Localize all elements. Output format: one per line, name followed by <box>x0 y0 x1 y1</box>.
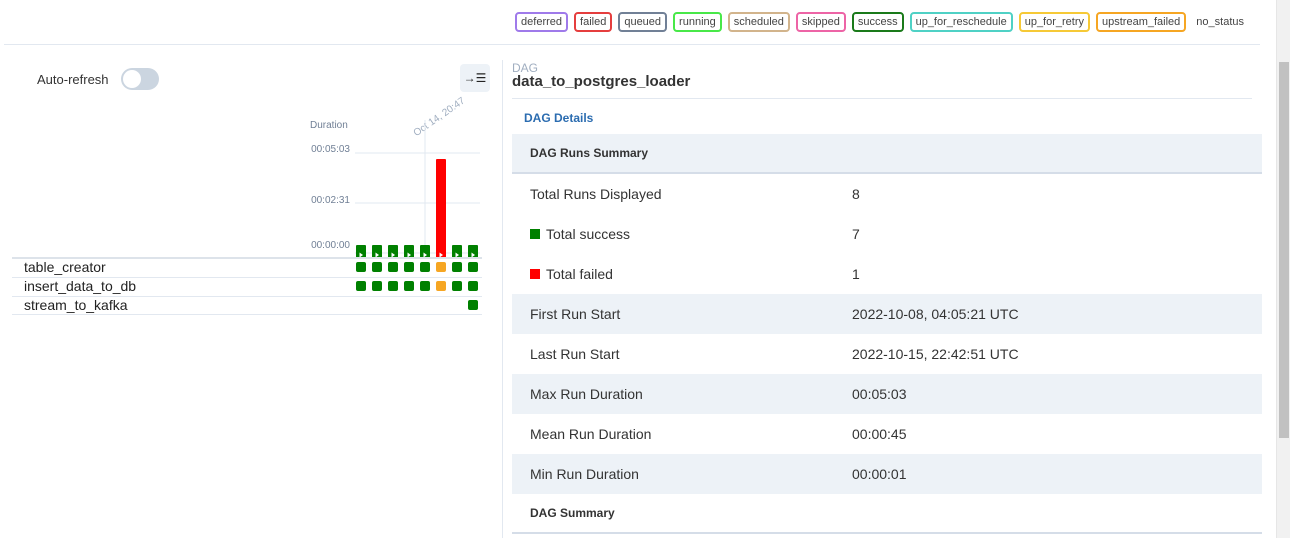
state-marker-icon <box>530 269 540 279</box>
summary-key: Mean Run Duration <box>512 426 852 442</box>
summary-key: First Run Start <box>512 306 852 322</box>
task-instance-cell[interactable] <box>388 281 398 291</box>
summary-key: Total success <box>512 226 852 242</box>
task-instance-cell[interactable] <box>388 262 398 272</box>
auto-refresh-label: Auto-refresh <box>37 71 109 87</box>
legend-success[interactable]: success <box>851 12 904 32</box>
runs-summary-header-label: DAG Runs Summary <box>530 146 649 160</box>
summary-key: Max Run Duration <box>512 386 852 402</box>
run-duration-bar[interactable] <box>436 159 446 259</box>
summary-key: Min Run Duration <box>512 466 852 482</box>
collapse-details-button[interactable]: →☰ <box>460 64 490 92</box>
legend-skipped[interactable]: skipped <box>795 12 846 32</box>
summary-row: Last Run Start 2022-10-15, 22:42:51 UTC <box>512 334 1262 374</box>
summary-row: Min Run Duration 00:00:01 <box>512 454 1262 494</box>
page-scrollbar[interactable] <box>1276 0 1290 538</box>
summary-key-text: Last Run Start <box>530 346 620 362</box>
scrollbar-thumb[interactable] <box>1279 62 1289 438</box>
summary-value: 00:00:45 <box>852 426 907 442</box>
legend-up-for-reschedule[interactable]: up_for_reschedule <box>909 12 1013 32</box>
state-legend: deferred failed queued running scheduled skip… <box>515 12 1248 32</box>
summary-key-text: First Run Start <box>530 306 621 322</box>
legend-scheduled[interactable]: scheduled <box>727 12 790 32</box>
auto-refresh-control: Auto-refresh <box>37 68 159 90</box>
summary-key: Last Run Start <box>512 346 852 362</box>
runs-summary-header: DAG Runs Summary <box>512 134 1262 174</box>
summary-key: Total failed <box>512 266 852 282</box>
summary-value: 00:05:03 <box>852 386 907 402</box>
legend-failed[interactable]: failed <box>574 12 613 32</box>
summary-row: Total success 7 <box>512 214 1262 254</box>
summary-key-text: Total Runs Displayed <box>530 186 662 202</box>
task-instance-cell[interactable] <box>420 262 430 272</box>
task-instance-cell[interactable] <box>404 281 414 291</box>
summary-value: 7 <box>852 226 860 242</box>
task-instance-cell[interactable] <box>372 262 382 272</box>
summary-key: Total Runs Displayed <box>512 186 852 202</box>
legend-queued[interactable]: queued <box>618 12 668 32</box>
task-instance-cell[interactable] <box>452 281 462 291</box>
summary-row: Total Runs Displayed 8 <box>512 174 1262 214</box>
task-instance-cell[interactable] <box>436 281 446 291</box>
task-instance-cell[interactable] <box>436 262 446 272</box>
summary-value: 1 <box>852 266 860 282</box>
summary-row: Max Run Duration 00:05:03 <box>512 374 1262 414</box>
summary-row: First Run Start 2022-10-08, 04:05:21 UTC <box>512 294 1262 334</box>
dag-title: data_to_postgres_loader <box>512 73 691 90</box>
legend-deferred[interactable]: deferred <box>515 12 569 32</box>
toggle-knob <box>122 70 141 88</box>
task-instance-cell[interactable] <box>356 262 366 272</box>
task-instance-cell[interactable] <box>372 281 382 291</box>
header-divider <box>4 44 1260 45</box>
dag-summary-header: DAG Summary <box>512 494 1262 534</box>
summary-key-text: Min Run Duration <box>530 466 639 482</box>
tab-dag-details[interactable]: DAG Details <box>524 111 593 125</box>
summary-row: Total failed 1 <box>512 254 1262 294</box>
summary-value: 2022-10-15, 22:42:51 UTC <box>852 346 1019 362</box>
state-marker-icon <box>530 229 540 239</box>
task-instance-grid <box>356 262 478 310</box>
task-instance-cell[interactable] <box>468 262 478 272</box>
legend-upstream-failed[interactable]: upstream_failed <box>1096 12 1187 32</box>
dag-summary-header-label: DAG Summary <box>530 506 615 520</box>
legend-running[interactable]: running <box>673 12 722 32</box>
summary-value: 2022-10-08, 04:05:21 UTC <box>852 306 1019 322</box>
summary-key-text: Max Run Duration <box>530 386 643 402</box>
dag-details-table: DAG Runs Summary Total Runs Displayed 8 To… <box>512 134 1262 534</box>
task-instance-cell[interactable] <box>356 281 366 291</box>
summary-key-text: Total failed <box>546 266 613 282</box>
task-instance-cell[interactable] <box>420 281 430 291</box>
legend-no-status[interactable]: no_status <box>1192 13 1248 31</box>
collapse-right-icon: →☰ <box>463 71 487 85</box>
task-instance-cell[interactable] <box>452 262 462 272</box>
task-instance-cell[interactable] <box>404 262 414 272</box>
title-divider <box>512 98 1252 99</box>
summary-key-text: Mean Run Duration <box>530 426 652 442</box>
legend-up-for-retry[interactable]: up_for_retry <box>1018 12 1091 32</box>
task-instance-cell[interactable] <box>468 300 478 310</box>
auto-refresh-toggle[interactable] <box>120 68 159 90</box>
task-instance-cell[interactable] <box>468 281 478 291</box>
summary-row: Mean Run Duration 00:00:45 <box>512 414 1262 454</box>
summary-key-text: Total success <box>546 226 631 242</box>
pane-separator <box>502 60 503 538</box>
summary-value: 00:00:01 <box>852 466 907 482</box>
summary-value: 8 <box>852 186 860 202</box>
